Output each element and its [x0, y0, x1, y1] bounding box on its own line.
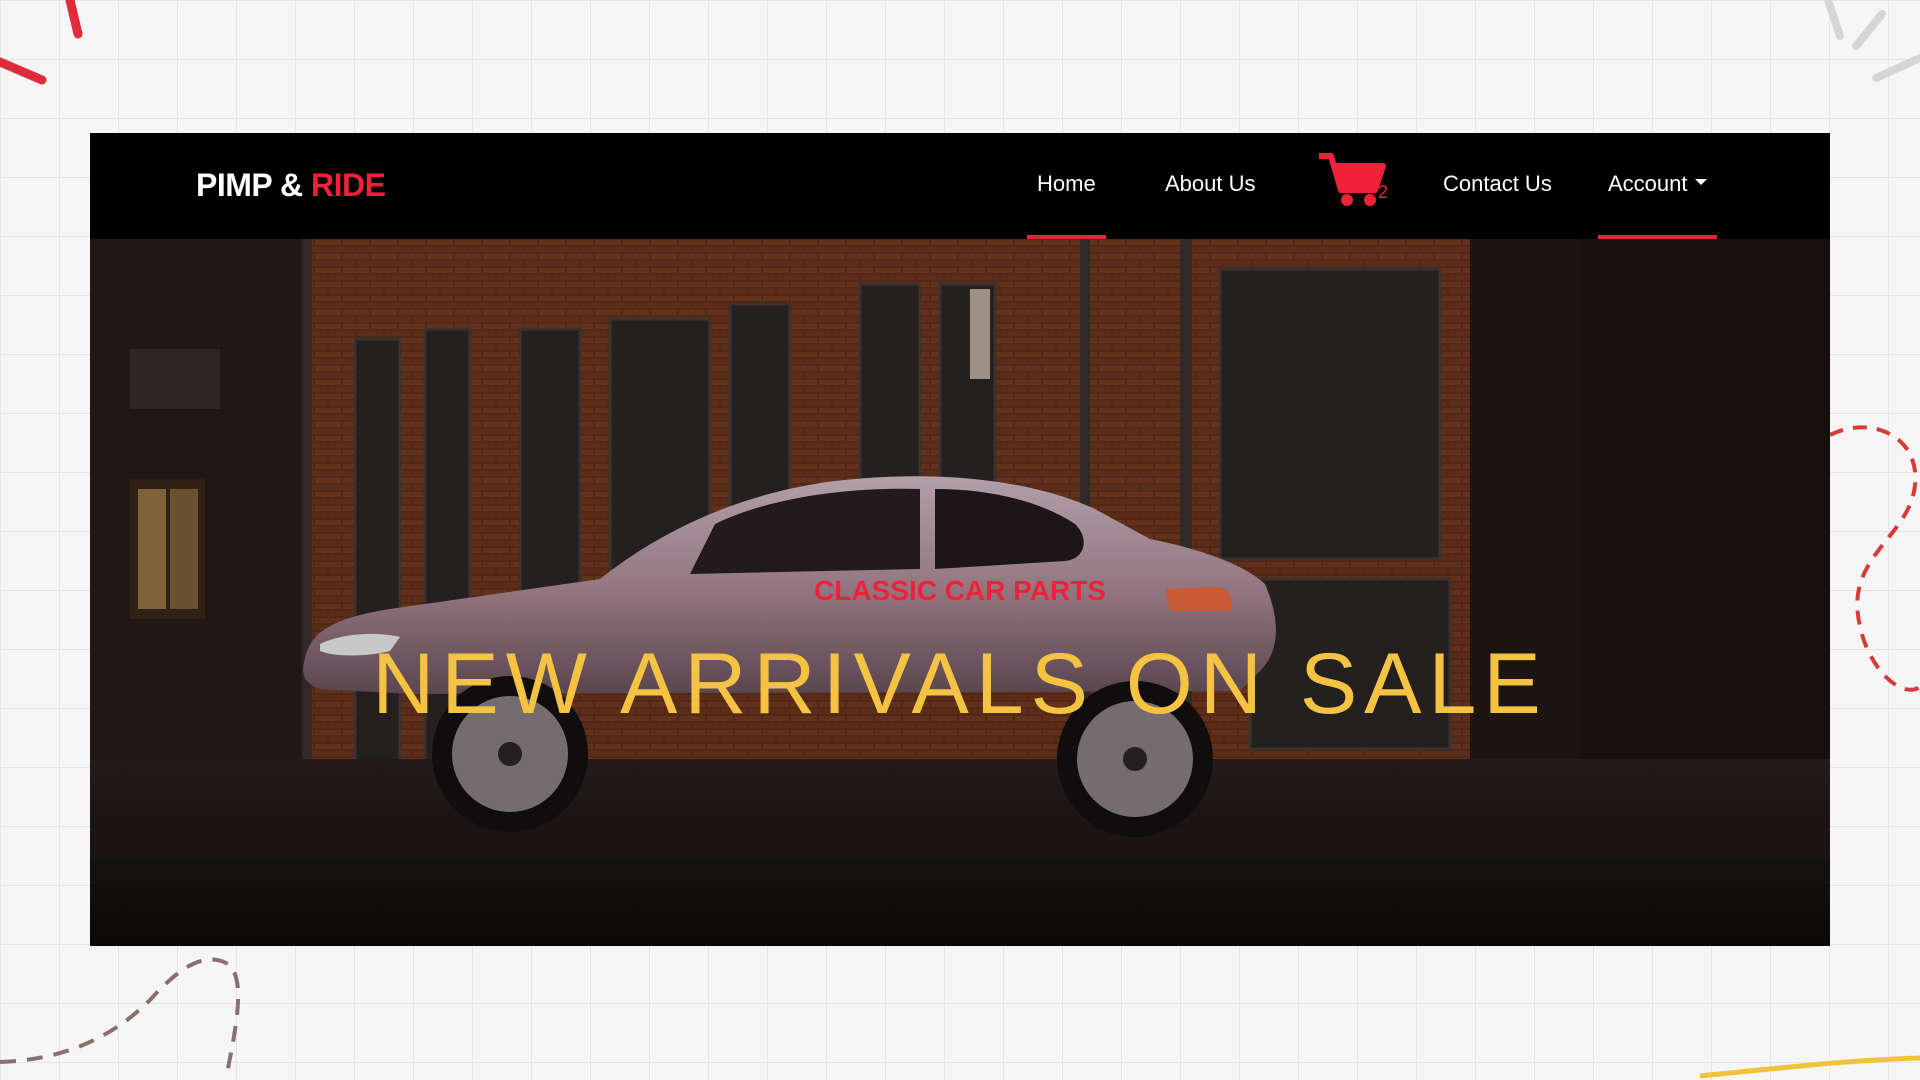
decor-top-left-strokes [0, 0, 83, 85]
decor-bottom-right-stroke [1700, 1055, 1920, 1079]
nav-account-label: Account [1608, 171, 1688, 196]
nav-contact-label: Contact Us [1443, 171, 1552, 196]
nav-account-dropdown[interactable]: Account [1598, 171, 1716, 239]
nav-contact-us[interactable]: Contact Us [1443, 171, 1552, 239]
navbar: PIMP & RIDE Home About Us 2 Contact Us A… [90, 133, 1830, 239]
cart-count-badge: 2 [1378, 182, 1389, 202]
decor-right-dashed-curve [1830, 425, 1920, 692]
brand-name-part2: RIDE [311, 167, 386, 203]
nav-about-us[interactable]: About Us [1165, 171, 1256, 239]
brand-name-part1: PIMP & [196, 167, 312, 203]
decor-top-right-strokes [1824, 0, 1920, 82]
website-mockup: PIMP & RIDE Home About Us 2 Contact Us A… [90, 133, 1830, 946]
decor-bottom-left-dashed-curve [0, 957, 241, 1079]
nav-home-label: Home [1037, 171, 1096, 196]
caret-down-icon [1694, 179, 1707, 186]
hero-subtitle: CLASSIC CAR PARTS [814, 575, 1106, 606]
hero-title: NEW ARRIVALS ON SALE [372, 636, 1548, 732]
nav-home[interactable]: Home [1027, 171, 1106, 239]
nav-about-label: About Us [1165, 171, 1256, 196]
brand-logo[interactable]: PIMP & RIDE [196, 167, 386, 204]
hero-banner: CLASSIC CAR PARTS NEW ARRIVALS ON SALE [90, 239, 1830, 946]
